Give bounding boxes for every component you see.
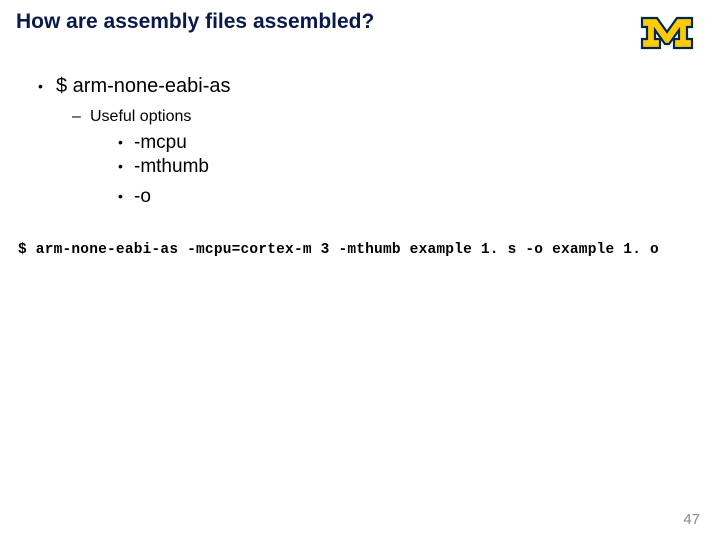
bullet-dot-icon: • [118, 158, 134, 174]
bullet-dot-icon: • [118, 188, 134, 204]
bullet-l3a-text: -mcpu [134, 132, 187, 153]
slide-title: How are assembly files assembled? [16, 10, 374, 34]
bullet-dot-icon: • [118, 134, 134, 150]
umich-logo [640, 16, 694, 55]
bullet-l1-text: $ arm-none-eabi-as [56, 75, 231, 97]
slide: How are assembly files assembled? •$ arm… [0, 0, 720, 540]
bullet-l2-text: Useful options [90, 108, 191, 125]
page-number: 47 [683, 511, 700, 528]
bullet-level-3: •-mcpu [118, 132, 690, 154]
bullet-l3b-text: -mthumb [134, 156, 209, 177]
block-m-icon [640, 16, 694, 50]
bullet-l3c-text: -o [134, 186, 151, 207]
slide-body: •$ arm-none-eabi-as –Useful options •-mc… [38, 75, 690, 210]
bullet-level-3: •-mthumb [118, 156, 690, 178]
bullet-level-1: •$ arm-none-eabi-as [38, 75, 690, 98]
bullet-dot-icon: • [38, 78, 56, 94]
bullet-level-2: –Useful options [72, 108, 690, 126]
bullet-level-3: •-o [118, 186, 690, 208]
bullet-dash-icon: – [72, 108, 90, 126]
command-example: $ arm-none-eabi-as -mcpu=cortex-m 3 -mth… [18, 242, 702, 258]
